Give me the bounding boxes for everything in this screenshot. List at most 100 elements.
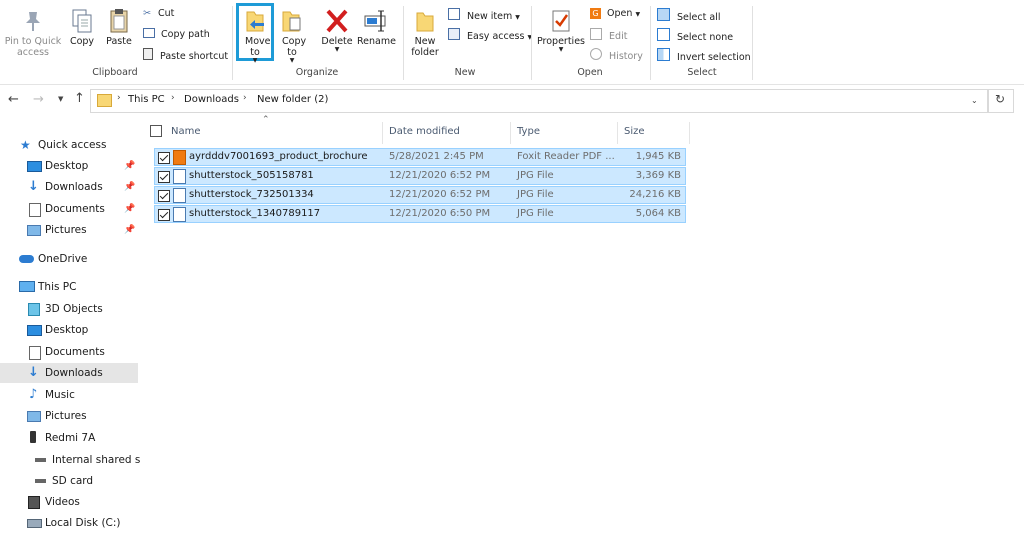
paste-label: Paste xyxy=(106,36,132,47)
copy-button[interactable]: Copy xyxy=(66,8,98,47)
table-row[interactable]: shutterstock_505158781 12/21/2020 6:52 P… xyxy=(154,167,686,185)
rename-button[interactable]: Rename xyxy=(357,8,396,47)
dropdown-arrow-icon: ▼ xyxy=(252,57,258,64)
history-label: History xyxy=(609,51,643,62)
row-checkbox[interactable] xyxy=(158,171,170,183)
pin-icon[interactable]: 📌 xyxy=(124,177,135,197)
sidebar-item-pictures-quick[interactable]: Pictures 📌 xyxy=(0,220,140,240)
sidebar-item-desktop[interactable]: Desktop xyxy=(0,320,140,340)
row-checkbox[interactable] xyxy=(158,152,170,164)
select-all-checkbox[interactable] xyxy=(150,125,162,137)
pin-icon[interactable]: 📌 xyxy=(124,156,135,176)
pin-icon xyxy=(21,8,45,34)
sidebar-item-quick-access[interactable]: ★ Quick access xyxy=(0,135,140,155)
sidebar-item-redmi-7a[interactable]: Redmi 7A xyxy=(0,428,140,448)
sidebar-item-documents[interactable]: Documents xyxy=(0,342,140,362)
row-checkbox[interactable] xyxy=(158,190,170,202)
select-none-button[interactable]: Select none xyxy=(657,28,733,44)
breadcrumb-separator-icon[interactable]: › xyxy=(117,93,121,103)
paste-shortcut-button[interactable]: Paste shortcut xyxy=(143,48,228,63)
copy-to-button[interactable]: Copy to ▼ xyxy=(277,8,307,64)
divider xyxy=(232,6,233,80)
easy-access-icon xyxy=(448,28,460,40)
invert-selection-icon xyxy=(657,48,670,61)
select-all-label: Select all xyxy=(677,12,721,23)
sidebar-item-downloads[interactable]: ↓ Downloads xyxy=(0,363,138,383)
table-row[interactable]: shutterstock_1340789117 12/21/2020 6:50 … xyxy=(154,205,686,223)
table-row[interactable]: shutterstock_732501334 12/21/2020 6:52 P… xyxy=(154,186,686,204)
history-button[interactable]: History xyxy=(590,48,643,63)
delete-button[interactable]: Delete ▼ xyxy=(319,8,355,53)
breadcrumb-separator-icon[interactable]: › xyxy=(171,93,175,103)
forward-arrow-icon[interactable]: → xyxy=(33,92,44,107)
open-button[interactable]: G Open ▼ xyxy=(590,8,640,21)
sidebar-item-this-pc[interactable]: This PC xyxy=(0,277,140,297)
sidebar-item-internal-shared-storage[interactable]: Internal shared stc xyxy=(0,450,140,470)
drive-icon xyxy=(35,458,46,462)
sidebar-label: Local Disk (C:) xyxy=(45,517,121,529)
pin-icon[interactable]: 📌 xyxy=(124,199,135,219)
column-header-name[interactable]: Name xyxy=(171,122,201,144)
dropdown-arrow-icon: ▼ xyxy=(635,11,641,18)
table-row[interactable]: ayrdddv7001693_product_brochure 5/28/202… xyxy=(154,148,686,166)
file-size: 3,369 KB xyxy=(635,170,681,181)
select-all-button[interactable]: Select all xyxy=(657,8,720,24)
sidebar-item-music[interactable]: ♪ Music xyxy=(0,385,140,405)
copy-label: Copy xyxy=(69,36,95,47)
easy-access-button[interactable]: Easy access ▼ xyxy=(448,28,532,44)
copy-path-button[interactable]: Copy path xyxy=(143,28,210,41)
recent-locations-chevron-icon[interactable]: ▼ xyxy=(58,95,63,103)
sidebar-label: Desktop xyxy=(45,160,89,172)
column-header-size[interactable]: Size xyxy=(624,122,645,144)
refresh-button[interactable]: ↻ xyxy=(988,89,1014,113)
copy-to-folder-icon xyxy=(280,8,304,34)
cut-button[interactable]: ✂ Cut xyxy=(143,8,174,20)
back-arrow-icon[interactable]: ← xyxy=(8,92,19,107)
new-folder-button[interactable]: New folder xyxy=(407,8,443,58)
sidebar-item-3d-objects[interactable]: 3D Objects xyxy=(0,299,140,319)
edit-button[interactable]: Edit xyxy=(590,28,627,43)
breadcrumb-new-folder-2[interactable]: New folder (2) xyxy=(257,94,328,105)
history-icon xyxy=(590,48,602,60)
move-to-button[interactable]: Move to ▼ xyxy=(237,8,273,64)
row-checkbox[interactable] xyxy=(158,209,170,221)
pin-label: Pin to Quick access xyxy=(4,36,62,58)
new-item-icon xyxy=(448,8,460,20)
phone-icon xyxy=(30,431,36,443)
sidebar-item-desktop-quick[interactable]: Desktop 📌 xyxy=(0,156,140,176)
up-arrow-icon[interactable]: ↑ xyxy=(74,91,85,106)
sidebar-item-onedrive[interactable]: OneDrive xyxy=(0,249,140,269)
address-bar[interactable]: › This PC › Downloads › New folder (2) ⌄ xyxy=(90,89,988,113)
invert-selection-button[interactable]: Invert selection xyxy=(657,48,751,64)
column-divider[interactable] xyxy=(617,122,618,144)
breadcrumb-separator-icon[interactable]: › xyxy=(243,93,247,103)
column-divider[interactable] xyxy=(382,122,383,144)
pin-to-quick-access-button[interactable]: Pin to Quick access xyxy=(2,8,64,58)
new-item-button[interactable]: New item ▼ xyxy=(448,8,520,24)
sidebar-item-downloads-quick[interactable]: ↓ Downloads 📌 xyxy=(0,177,140,197)
refresh-icon: ↻ xyxy=(995,92,1006,106)
sidebar-item-local-disk-c[interactable]: Local Disk (C:) xyxy=(0,513,140,533)
column-divider[interactable] xyxy=(689,122,690,144)
breadcrumb-this-pc[interactable]: This PC xyxy=(128,94,165,105)
sidebar-item-sd-card[interactable]: SD card xyxy=(0,471,140,491)
file-type: JPG File xyxy=(517,189,554,200)
address-dropdown-icon[interactable]: ⌄ xyxy=(971,96,978,105)
pin-icon[interactable]: 📌 xyxy=(124,220,135,240)
select-all-icon xyxy=(657,8,670,21)
jpg-file-icon xyxy=(173,188,186,203)
breadcrumb-downloads[interactable]: Downloads xyxy=(184,94,239,105)
paste-button[interactable]: Paste xyxy=(103,8,135,47)
column-header-date-modified[interactable]: Date modified xyxy=(389,122,460,144)
properties-button[interactable]: Properties ▼ xyxy=(535,8,587,53)
foxit-icon: G xyxy=(590,8,601,19)
sidebar-label: Quick access xyxy=(38,139,107,151)
sidebar-item-pictures[interactable]: Pictures xyxy=(0,406,140,426)
new-folder-label: New folder xyxy=(411,36,439,58)
document-icon xyxy=(29,346,41,360)
file-size: 24,216 KB xyxy=(629,189,681,200)
sidebar-item-videos[interactable]: Videos xyxy=(0,492,140,512)
column-divider[interactable] xyxy=(510,122,511,144)
column-header-type[interactable]: Type xyxy=(517,122,540,144)
sidebar-item-documents-quick[interactable]: Documents 📌 xyxy=(0,199,140,219)
